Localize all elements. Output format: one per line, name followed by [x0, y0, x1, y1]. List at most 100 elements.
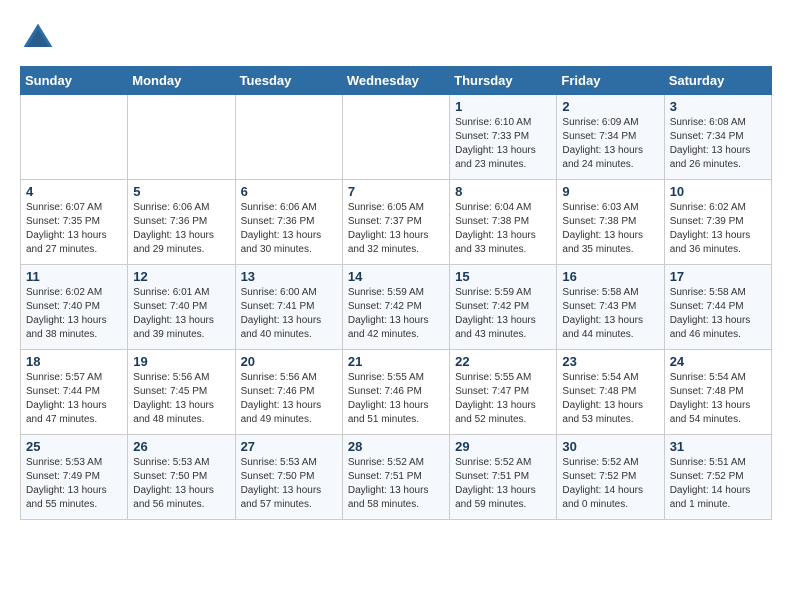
day-info: Sunrise: 6:00 AM Sunset: 7:41 PM Dayligh… [241, 286, 337, 342]
calendar-week-5: 25 Sunrise: 5:53 AM Sunset: 7:49 PM Dayli… [21, 435, 772, 520]
day-info: Sunrise: 5:59 AM Sunset: 7:42 PM Dayligh… [348, 286, 444, 342]
calendar-cell: 3 Sunrise: 6:08 AM Sunset: 7:34 PM Daylig… [664, 95, 771, 180]
day-info: Sunrise: 5:57 AM Sunset: 7:44 PM Dayligh… [26, 371, 122, 427]
day-info: Sunrise: 6:08 AM Sunset: 7:34 PM Dayligh… [670, 116, 766, 172]
day-number: 23 [562, 354, 658, 369]
calendar-cell: 17 Sunrise: 5:58 AM Sunset: 7:44 PM Dayli… [664, 265, 771, 350]
day-info: Sunrise: 5:58 AM Sunset: 7:43 PM Dayligh… [562, 286, 658, 342]
day-number: 7 [348, 184, 444, 199]
day-number: 9 [562, 184, 658, 199]
day-number: 22 [455, 354, 551, 369]
day-info: Sunrise: 5:51 AM Sunset: 7:52 PM Dayligh… [670, 456, 766, 512]
calendar-cell [21, 95, 128, 180]
calendar-cell: 6 Sunrise: 6:06 AM Sunset: 7:36 PM Daylig… [235, 180, 342, 265]
day-info: Sunrise: 5:52 AM Sunset: 7:52 PM Dayligh… [562, 456, 658, 512]
day-number: 11 [26, 269, 122, 284]
day-info: Sunrise: 5:53 AM Sunset: 7:50 PM Dayligh… [133, 456, 229, 512]
day-number: 20 [241, 354, 337, 369]
day-info: Sunrise: 5:52 AM Sunset: 7:51 PM Dayligh… [455, 456, 551, 512]
calendar-cell: 13 Sunrise: 6:00 AM Sunset: 7:41 PM Dayli… [235, 265, 342, 350]
day-number: 29 [455, 439, 551, 454]
day-info: Sunrise: 6:09 AM Sunset: 7:34 PM Dayligh… [562, 116, 658, 172]
calendar-cell: 23 Sunrise: 5:54 AM Sunset: 7:48 PM Dayli… [557, 350, 664, 435]
day-number: 17 [670, 269, 766, 284]
calendar-cell: 18 Sunrise: 5:57 AM Sunset: 7:44 PM Dayli… [21, 350, 128, 435]
day-info: Sunrise: 5:59 AM Sunset: 7:42 PM Dayligh… [455, 286, 551, 342]
calendar-cell: 9Sunrise: 6:03 AM Sunset: 7:38 PM Daylig… [557, 180, 664, 265]
day-number: 14 [348, 269, 444, 284]
calendar-cell [235, 95, 342, 180]
day-header-tuesday: Tuesday [235, 67, 342, 95]
calendar-cell: 16 Sunrise: 5:58 AM Sunset: 7:43 PM Dayli… [557, 265, 664, 350]
calendar-week-3: 11 Sunrise: 6:02 AM Sunset: 7:40 PM Dayli… [21, 265, 772, 350]
day-info: Sunrise: 5:54 AM Sunset: 7:48 PM Dayligh… [562, 371, 658, 427]
day-number: 8 [455, 184, 551, 199]
day-info: Sunrise: 6:06 AM Sunset: 7:36 PM Dayligh… [241, 201, 337, 257]
day-info: Sunrise: 5:56 AM Sunset: 7:46 PM Dayligh… [241, 371, 337, 427]
day-info: Sunrise: 5:54 AM Sunset: 7:48 PM Dayligh… [670, 371, 766, 427]
calendar-table: SundayMondayTuesdayWednesdayThursdayFrid… [20, 66, 772, 520]
day-header-saturday: Saturday [664, 67, 771, 95]
calendar-cell: 28Sunrise: 5:52 AM Sunset: 7:51 PM Dayli… [342, 435, 449, 520]
calendar-cell: 11 Sunrise: 6:02 AM Sunset: 7:40 PM Dayli… [21, 265, 128, 350]
calendar-cell: 4 Sunrise: 6:07 AM Sunset: 7:35 PM Daylig… [21, 180, 128, 265]
day-header-monday: Monday [128, 67, 235, 95]
calendar-cell: 30 Sunrise: 5:52 AM Sunset: 7:52 PM Dayli… [557, 435, 664, 520]
calendar-week-4: 18 Sunrise: 5:57 AM Sunset: 7:44 PM Dayli… [21, 350, 772, 435]
calendar-cell: 22 Sunrise: 5:55 AM Sunset: 7:47 PM Dayli… [450, 350, 557, 435]
calendar-cell: 24 Sunrise: 5:54 AM Sunset: 7:48 PM Dayli… [664, 350, 771, 435]
day-number: 4 [26, 184, 122, 199]
day-number: 15 [455, 269, 551, 284]
day-info: Sunrise: 5:55 AM Sunset: 7:46 PM Dayligh… [348, 371, 444, 427]
day-number: 31 [670, 439, 766, 454]
day-header-thursday: Thursday [450, 67, 557, 95]
calendar-week-2: 4 Sunrise: 6:07 AM Sunset: 7:35 PM Daylig… [21, 180, 772, 265]
day-number: 13 [241, 269, 337, 284]
day-header-sunday: Sunday [21, 67, 128, 95]
day-info: Sunrise: 6:02 AM Sunset: 7:39 PM Dayligh… [670, 201, 766, 257]
day-number: 18 [26, 354, 122, 369]
day-info: Sunrise: 5:53 AM Sunset: 7:49 PM Dayligh… [26, 456, 122, 512]
calendar-cell: 10 Sunrise: 6:02 AM Sunset: 7:39 PM Dayli… [664, 180, 771, 265]
day-number: 28 [348, 439, 444, 454]
calendar-cell: 19 Sunrise: 5:56 AM Sunset: 7:45 PM Dayli… [128, 350, 235, 435]
day-info: Sunrise: 5:58 AM Sunset: 7:44 PM Dayligh… [670, 286, 766, 342]
calendar-header: SundayMondayTuesdayWednesdayThursdayFrid… [21, 67, 772, 95]
calendar-body: 1Sunrise: 6:10 AM Sunset: 7:33 PM Daylig… [21, 95, 772, 520]
calendar-cell: 14 Sunrise: 5:59 AM Sunset: 7:42 PM Dayli… [342, 265, 449, 350]
calendar-cell: 7 Sunrise: 6:05 AM Sunset: 7:37 PM Daylig… [342, 180, 449, 265]
calendar-cell [128, 95, 235, 180]
day-info: Sunrise: 6:01 AM Sunset: 7:40 PM Dayligh… [133, 286, 229, 342]
calendar-cell: 31 Sunrise: 5:51 AM Sunset: 7:52 PM Dayli… [664, 435, 771, 520]
calendar-cell: 20 Sunrise: 5:56 AM Sunset: 7:46 PM Dayli… [235, 350, 342, 435]
page-header [20, 20, 772, 56]
day-number: 10 [670, 184, 766, 199]
calendar-cell [342, 95, 449, 180]
calendar-cell: 25 Sunrise: 5:53 AM Sunset: 7:49 PM Dayli… [21, 435, 128, 520]
calendar-cell: 21Sunrise: 5:55 AM Sunset: 7:46 PM Dayli… [342, 350, 449, 435]
day-number: 6 [241, 184, 337, 199]
calendar-cell: 5Sunrise: 6:06 AM Sunset: 7:36 PM Daylig… [128, 180, 235, 265]
calendar-cell: 15 Sunrise: 5:59 AM Sunset: 7:42 PM Dayli… [450, 265, 557, 350]
calendar-cell: 2Sunrise: 6:09 AM Sunset: 7:34 PM Daylig… [557, 95, 664, 180]
day-number: 12 [133, 269, 229, 284]
day-info: Sunrise: 5:56 AM Sunset: 7:45 PM Dayligh… [133, 371, 229, 427]
calendar-cell: 29 Sunrise: 5:52 AM Sunset: 7:51 PM Dayli… [450, 435, 557, 520]
day-number: 30 [562, 439, 658, 454]
day-info: Sunrise: 6:05 AM Sunset: 7:37 PM Dayligh… [348, 201, 444, 257]
day-number: 24 [670, 354, 766, 369]
logo [20, 20, 62, 56]
day-number: 16 [562, 269, 658, 284]
day-header-friday: Friday [557, 67, 664, 95]
day-info: Sunrise: 6:04 AM Sunset: 7:38 PM Dayligh… [455, 201, 551, 257]
day-info: Sunrise: 6:10 AM Sunset: 7:33 PM Dayligh… [455, 116, 551, 172]
calendar-cell: 12 Sunrise: 6:01 AM Sunset: 7:40 PM Dayli… [128, 265, 235, 350]
day-info: Sunrise: 5:53 AM Sunset: 7:50 PM Dayligh… [241, 456, 337, 512]
day-number: 3 [670, 99, 766, 114]
day-info: Sunrise: 6:02 AM Sunset: 7:40 PM Dayligh… [26, 286, 122, 342]
day-number: 25 [26, 439, 122, 454]
day-info: Sunrise: 5:55 AM Sunset: 7:47 PM Dayligh… [455, 371, 551, 427]
day-number: 19 [133, 354, 229, 369]
logo-icon [20, 20, 56, 56]
day-info: Sunrise: 6:07 AM Sunset: 7:35 PM Dayligh… [26, 201, 122, 257]
